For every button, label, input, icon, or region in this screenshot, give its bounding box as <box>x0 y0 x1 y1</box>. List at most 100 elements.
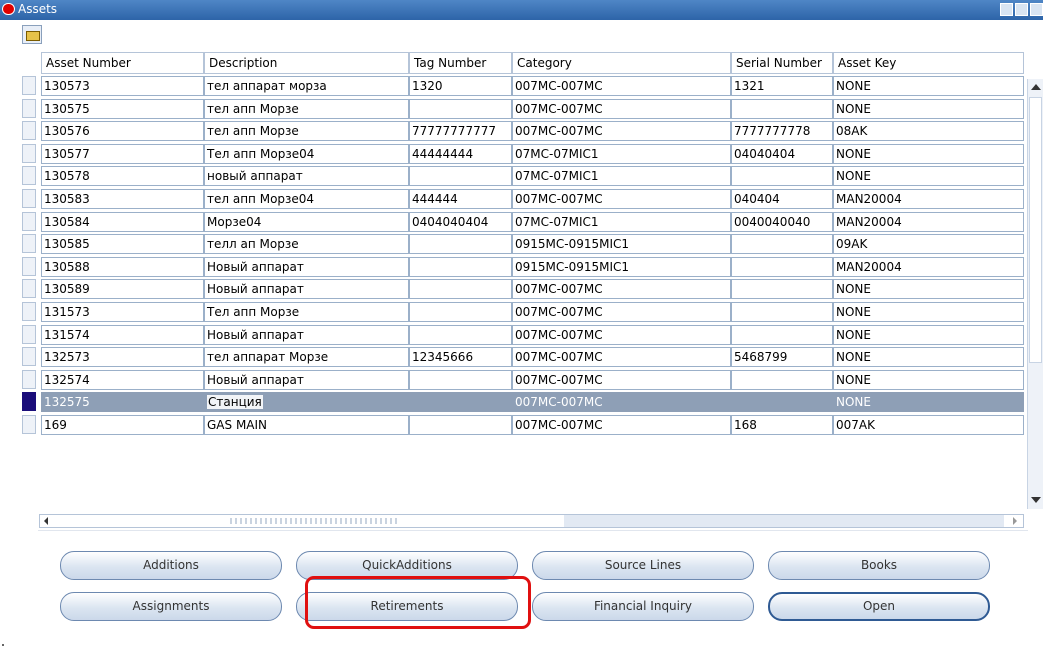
column-header-serial-number[interactable]: Serial Number <box>731 52 833 74</box>
cell-description[interactable]: Новый аппарат <box>204 279 409 300</box>
cell-asset-number[interactable]: 132575 <box>41 392 204 413</box>
cell-asset-key[interactable]: 007AK <box>833 415 1024 435</box>
cell-asset-key[interactable]: NONE <box>833 392 1024 413</box>
scroll-right-icon[interactable] <box>1013 517 1017 525</box>
cell-serial-number[interactable]: 7777777778 <box>731 121 833 142</box>
cell-tag-number[interactable] <box>409 369 512 390</box>
cell-tag-number[interactable]: 0404040404 <box>409 211 512 232</box>
cell-tag-number[interactable] <box>409 166 512 187</box>
record-indicator[interactable] <box>22 143 36 163</box>
cell-category[interactable]: 0915MC-0915MIC1 <box>512 256 731 277</box>
cell-tag-number[interactable]: 77777777777 <box>409 121 512 142</box>
cell-serial-number[interactable]: 168 <box>731 415 833 435</box>
cell-asset-number[interactable]: 132573 <box>41 347 204 368</box>
open-button[interactable]: Open <box>768 592 990 621</box>
cell-asset-key[interactable]: NONE <box>833 76 1024 96</box>
cell-tag-number[interactable]: 444444 <box>409 189 512 209</box>
cell-category[interactable]: 007MC-007MC <box>512 415 731 435</box>
cell-category[interactable]: 07MC-07MIC1 <box>512 143 731 164</box>
cell-asset-key[interactable]: 08AK <box>833 121 1024 142</box>
cell-serial-number[interactable] <box>731 166 833 187</box>
cell-description[interactable]: тел апп Морзе04 <box>204 189 409 209</box>
cell-asset-number[interactable]: 130585 <box>41 234 204 255</box>
record-indicator[interactable] <box>22 189 36 208</box>
cell-description[interactable]: Морзе04 <box>204 211 409 232</box>
cell-asset-number[interactable]: 130577 <box>41 143 204 164</box>
cell-description[interactable]: Тел апп Морзе04 <box>204 143 409 164</box>
column-header-category[interactable]: Category <box>512 52 731 74</box>
cell-asset-number[interactable]: 132574 <box>41 369 204 390</box>
cell-tag-number[interactable] <box>409 392 512 413</box>
vertical-scroll-thumb[interactable] <box>1029 97 1042 363</box>
cell-tag-number[interactable]: 12345666 <box>409 347 512 368</box>
record-indicator[interactable] <box>22 302 36 321</box>
cell-description[interactable]: Новый аппарат <box>204 324 409 345</box>
record-indicator[interactable] <box>22 76 36 95</box>
additions-button[interactable]: Additions <box>60 551 282 580</box>
cell-tag-number[interactable] <box>409 415 512 435</box>
record-indicator[interactable] <box>22 392 36 412</box>
cell-category[interactable]: 007MC-007MC <box>512 121 731 142</box>
cell-category[interactable]: 0915MC-0915MIC1 <box>512 234 731 255</box>
scroll-down-icon[interactable] <box>1031 497 1041 503</box>
cell-tag-number[interactable] <box>409 324 512 345</box>
column-header-asset-number[interactable]: Asset Number <box>41 52 204 74</box>
cell-tag-number[interactable]: 44444444 <box>409 143 512 164</box>
record-indicator[interactable] <box>22 166 36 186</box>
cell-tag-number[interactable] <box>409 256 512 277</box>
cell-category[interactable]: 007MC-007MC <box>512 76 731 96</box>
column-header-tag-number[interactable]: Tag Number <box>409 52 512 74</box>
cell-description[interactable]: GAS MAIN <box>204 415 409 435</box>
cell-serial-number[interactable] <box>731 234 833 255</box>
cell-asset-number[interactable]: 130575 <box>41 98 204 119</box>
cell-asset-key[interactable]: MAN20004 <box>833 211 1024 232</box>
cell-description[interactable]: тел апп Морзе <box>204 121 409 142</box>
cell-serial-number[interactable]: 04040404 <box>731 143 833 164</box>
cell-asset-key[interactable]: NONE <box>833 166 1024 187</box>
cell-serial-number[interactable] <box>731 392 833 413</box>
cell-serial-number[interactable] <box>731 98 833 119</box>
source-lines-button[interactable]: Source Lines <box>532 551 754 580</box>
cell-asset-number[interactable]: 130589 <box>41 279 204 300</box>
cell-asset-key[interactable]: NONE <box>833 279 1024 300</box>
cell-category[interactable]: 007MC-007MC <box>512 324 731 345</box>
cell-asset-number[interactable]: 130573 <box>41 76 204 96</box>
close-icon[interactable] <box>1030 3 1043 16</box>
cell-category[interactable]: 007MC-007MC <box>512 302 731 322</box>
cell-serial-number[interactable] <box>731 302 833 322</box>
minimize-icon[interactable] <box>1000 3 1013 16</box>
cell-asset-key[interactable]: NONE <box>833 369 1024 390</box>
cell-category[interactable]: 007MC-007MC <box>512 347 731 368</box>
record-indicator[interactable] <box>22 347 36 367</box>
cell-category[interactable]: 007MC-007MC <box>512 392 731 413</box>
scroll-left-icon[interactable] <box>44 517 48 525</box>
cell-tag-number[interactable] <box>409 234 512 255</box>
scroll-up-icon[interactable] <box>1031 84 1041 90</box>
cell-tag-number[interactable] <box>409 98 512 119</box>
record-indicator[interactable] <box>22 211 36 231</box>
cell-asset-key[interactable]: NONE <box>833 347 1024 368</box>
cell-asset-number[interactable]: 131574 <box>41 324 204 345</box>
cell-description[interactable]: Станция <box>204 392 409 413</box>
cell-serial-number[interactable]: 1321 <box>731 76 833 96</box>
cell-asset-key[interactable]: MAN20004 <box>833 256 1024 277</box>
cell-description[interactable]: тел аппарат Морзе <box>204 347 409 368</box>
cell-description[interactable]: Новый аппарат <box>204 256 409 277</box>
record-indicator[interactable] <box>22 324 36 344</box>
assignments-button[interactable]: Assignments <box>60 592 282 621</box>
cell-category[interactable]: 007MC-007MC <box>512 189 731 209</box>
horizontal-scrollbar[interactable] <box>39 514 1024 528</box>
cell-asset-number[interactable]: 130576 <box>41 121 204 142</box>
cell-asset-number[interactable]: 169 <box>41 415 204 435</box>
retirements-button[interactable]: Retirements <box>296 592 518 621</box>
cell-serial-number[interactable] <box>731 324 833 345</box>
cell-serial-number[interactable] <box>731 369 833 390</box>
open-folder-button[interactable] <box>22 25 42 44</box>
quick-additions-button[interactable]: QuickAdditions <box>296 551 518 580</box>
cell-tag-number[interactable] <box>409 279 512 300</box>
record-indicator[interactable] <box>22 415 36 434</box>
cell-category[interactable]: 007MC-007MC <box>512 369 731 390</box>
cell-asset-key[interactable]: NONE <box>833 302 1024 322</box>
record-indicator[interactable] <box>22 369 36 389</box>
cell-category[interactable]: 07MC-07MIC1 <box>512 166 731 187</box>
